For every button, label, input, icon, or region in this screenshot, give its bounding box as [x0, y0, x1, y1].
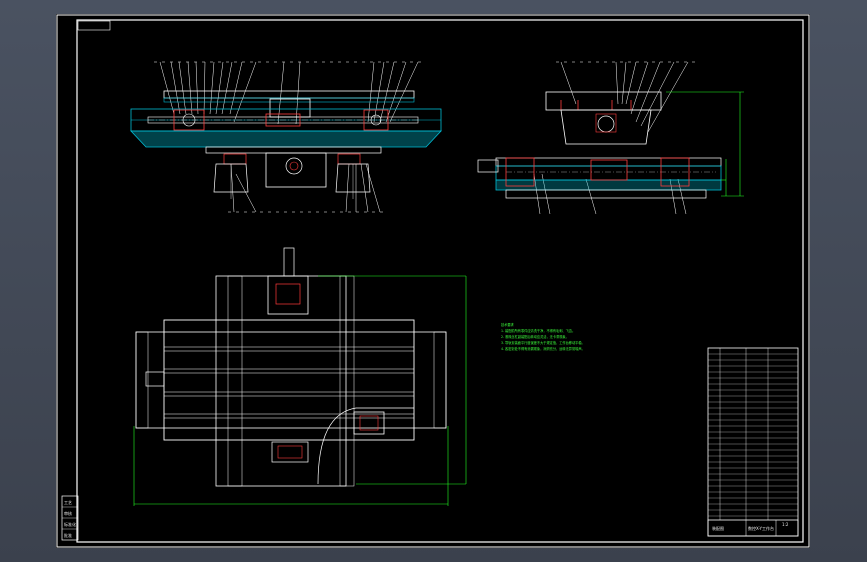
- parts-list: 数控X-Y工作台 1:2 装配图: [707, 347, 799, 537]
- sheet-outer-frame: [56, 14, 810, 548]
- title-block-scale: 1:2: [782, 522, 789, 527]
- note-line-2: 2. 滚珠丝杠副装配后转动应灵活，无卡滞现象。: [501, 334, 569, 339]
- top-view: [133, 247, 467, 506]
- note-line-1: 1. 装配前所有零件应清洗干净，不得有毛刺、飞边。: [501, 328, 575, 333]
- notes-heading: 技术要求: [501, 322, 515, 327]
- approval-label-4: 批准: [64, 532, 72, 538]
- title-block-title: 数控X-Y工作台: [748, 525, 774, 531]
- approval-label-2: 审核: [64, 510, 72, 516]
- title-block-sheet: 装配图: [712, 525, 724, 531]
- approval-label-3: 标准化: [64, 521, 76, 527]
- approval-block: 工艺 审核 标准化 批准: [61, 495, 79, 541]
- front-view: [130, 61, 442, 213]
- corner-code-box: [77, 20, 111, 31]
- note-line-3: 3. 导轨安装面平行度误差不大于规定值，工作台移动平稳。: [501, 340, 585, 345]
- side-view: [477, 61, 744, 215]
- assembly-drawing: 技术要求 1. 装配前所有零件应清洗干净，不得有毛刺、飞边。 2. 滚珠丝杠副装…: [56, 14, 810, 548]
- approval-label-1: 工艺: [64, 500, 72, 505]
- note-line-4: 4. 各密封处不得有渗漏现象，润滑充分，运转无异常噪声。: [501, 346, 585, 351]
- technical-notes: 技术要求 1. 装配前所有零件应清洗干净，不得有毛刺、飞边。 2. 滚珠丝杠副装…: [501, 322, 585, 351]
- cad-viewport[interactable]: 技术要求 1. 装配前所有零件应清洗干净，不得有毛刺、飞边。 2. 滚珠丝杠副装…: [56, 14, 810, 548]
